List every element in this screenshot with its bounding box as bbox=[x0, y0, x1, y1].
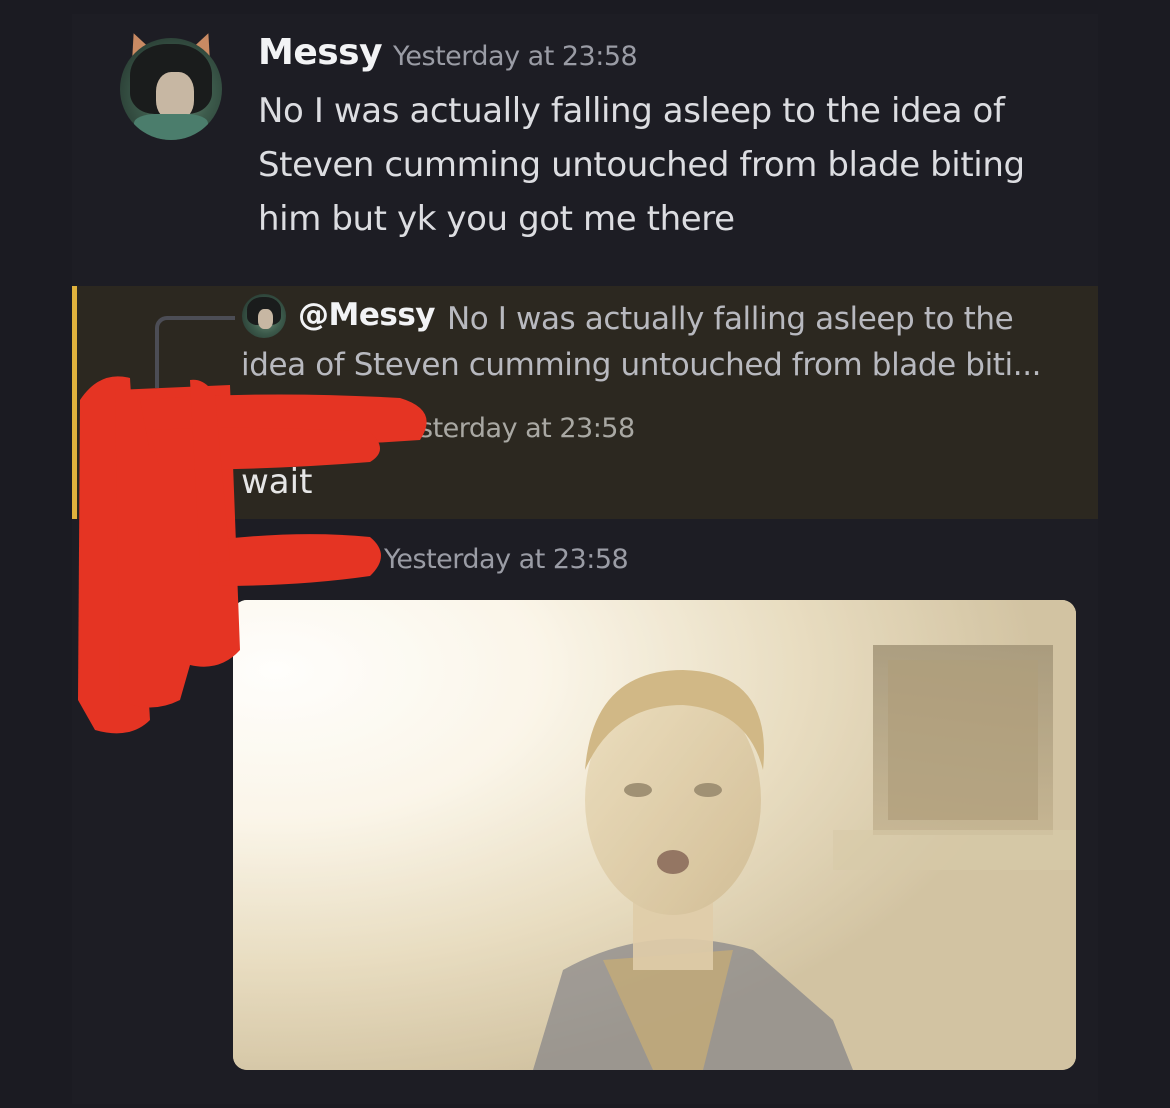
gif-image bbox=[233, 600, 1076, 1070]
message-timestamp: sterday at 23:58 bbox=[419, 413, 635, 444]
avatar-image bbox=[120, 38, 222, 140]
message-username[interactable]: Messy bbox=[258, 32, 383, 73]
message-content: No I was actually falling asleep to the … bbox=[258, 91, 1025, 239]
gif-attachment[interactable] bbox=[233, 600, 1076, 1070]
reply-mention[interactable]: @Messy bbox=[298, 297, 435, 333]
message-1[interactable]: Messy Yesterday at 23:58 No I was actual… bbox=[0, 0, 1170, 270]
reply-avatar bbox=[242, 294, 286, 338]
message-timestamp: Yesterday at 23:58 bbox=[393, 41, 638, 72]
avatar[interactable] bbox=[118, 27, 224, 140]
message-content: wait bbox=[241, 462, 313, 502]
reply-connector bbox=[155, 316, 235, 388]
message-timestamp: Yesterday at 23:58 bbox=[384, 544, 629, 575]
chat-view: Messy Yesterday at 23:58 No I was actual… bbox=[0, 0, 1170, 1108]
